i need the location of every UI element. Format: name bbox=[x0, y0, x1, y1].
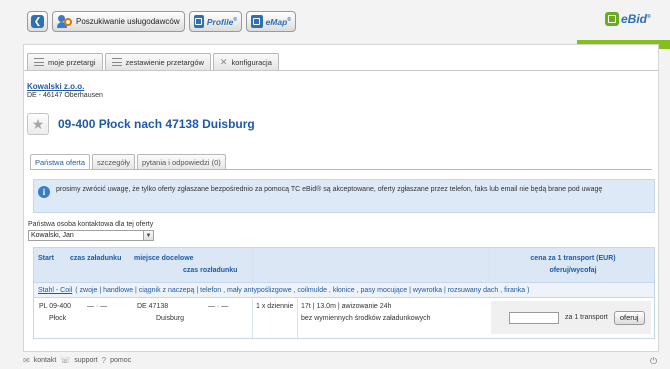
spec-line-2: bez wymiennych środków załadunkowych bbox=[301, 315, 431, 322]
info-notice: i prosimy zwrócić uwagę, że tylko oferty… bbox=[33, 179, 655, 213]
offer-subtabs: Państwa oferta szczegóły pytania i odpow… bbox=[30, 154, 226, 170]
header-divider bbox=[252, 248, 253, 283]
subtab-your-offer[interactable]: Państwa oferta bbox=[30, 154, 91, 170]
help-icon: ? bbox=[101, 356, 107, 365]
header-unloading-time: czas rozładunku bbox=[183, 267, 238, 274]
contact-person-label: Państwa osoba kontaktowa dla tej oferty bbox=[28, 221, 154, 228]
profile-button[interactable]: Profile® bbox=[189, 11, 242, 32]
header-loading-time: czas załadunku bbox=[70, 255, 122, 262]
spec-line-1: 17t | 13.0m | awizowanie 24h bbox=[301, 303, 392, 310]
subtab-questions[interactable]: pytania i odpowiedzi (0) bbox=[136, 154, 226, 169]
table-header: Start czas załadunku miejsce docelowe cz… bbox=[34, 248, 654, 283]
person-search-icon bbox=[57, 14, 73, 29]
header-destination: miejsce docelowe bbox=[134, 255, 194, 262]
profile-icon bbox=[194, 15, 204, 28]
tab-configuration[interactable]: ✕ konfiguracja bbox=[212, 53, 279, 70]
tab-my-tenders[interactable]: moje przetargi bbox=[27, 53, 103, 70]
back-arrow-icon: ❮ bbox=[31, 15, 44, 28]
main-panel: moje przetargi zestawienie przetargów ✕ … bbox=[23, 44, 659, 352]
main-tabs: moje przetargi zestawienie przetargów ✕ … bbox=[24, 53, 279, 70]
list-icon bbox=[111, 58, 122, 66]
emap-button[interactable]: eMap® bbox=[246, 11, 296, 32]
footer-help-link[interactable]: pomoc bbox=[110, 357, 131, 364]
list-icon bbox=[34, 58, 44, 66]
info-text: prosimy zwrócić uwagę, że tylko oferty z… bbox=[56, 186, 603, 193]
footer-contact-link[interactable]: kontakt bbox=[34, 357, 57, 364]
row-divider bbox=[297, 299, 298, 338]
header-offer-withdraw: oferuj/wycofaj bbox=[549, 267, 597, 274]
offer-button[interactable]: oferuj bbox=[613, 310, 645, 325]
support-icon: ☏ bbox=[60, 356, 71, 365]
emap-label: eMap® bbox=[265, 16, 291, 27]
price-input[interactable] bbox=[509, 311, 559, 324]
top-toolbar: ❮ Poszukiwanie usługodawców Profile® eMa… bbox=[0, 0, 670, 49]
category-row: Stahl - Coil ( zwoje | handlowe | ciągni… bbox=[34, 283, 654, 298]
back-button[interactable]: ❮ bbox=[27, 11, 48, 32]
header-divider bbox=[489, 248, 490, 283]
company-address: DE - 46147 Oberhausen bbox=[27, 92, 103, 99]
from-time: — · — bbox=[87, 303, 108, 310]
chevron-down-icon: ▼ bbox=[143, 231, 153, 240]
header-price: cena za 1 transport (EUR) bbox=[530, 255, 616, 262]
power-icon[interactable]: ⏻ bbox=[650, 356, 657, 367]
frequency: 1 x dziennie bbox=[256, 303, 294, 310]
favorite-star-icon[interactable]: ★ bbox=[27, 113, 49, 135]
info-icon: i bbox=[38, 186, 50, 198]
provider-search-label: Poszukiwanie usługodawców bbox=[76, 17, 180, 26]
to-time: — · — bbox=[208, 303, 229, 310]
header-start: Start bbox=[38, 255, 54, 262]
footer-support-link[interactable]: support bbox=[74, 357, 97, 364]
row-divider bbox=[252, 299, 253, 338]
profile-label: Profile® bbox=[206, 16, 237, 27]
contact-person-value: Kowalski, Jan bbox=[31, 232, 74, 239]
subtab-details[interactable]: szczegóły bbox=[92, 154, 135, 169]
table-row: PL 09-400 Płock — · — DE 47138 Duisburg … bbox=[34, 299, 654, 338]
price-cell: za 1 transport oferuj bbox=[491, 301, 651, 334]
category-link[interactable]: Stahl - Coil bbox=[38, 287, 72, 294]
price-unit: za 1 transport bbox=[565, 314, 608, 321]
ebid-logo-icon bbox=[605, 12, 619, 26]
tabs-divider bbox=[24, 70, 658, 71]
to-city: Duisburg bbox=[156, 315, 185, 322]
to-code: DE 47138 bbox=[137, 303, 169, 310]
from-city: Płock bbox=[49, 315, 67, 322]
provider-search-button[interactable]: Poszukiwanie usługodawców bbox=[52, 11, 185, 32]
subtabs-divider bbox=[30, 169, 652, 170]
footer: ✉ kontakt ☏ support ? pomoc bbox=[23, 356, 131, 365]
offer-title: 09-400 Płock nach 47138 Duisburg bbox=[58, 117, 255, 131]
company-info: Kowalski z.o.o. DE - 46147 Oberhausen bbox=[27, 82, 103, 99]
emap-icon bbox=[251, 15, 263, 28]
company-name-link[interactable]: Kowalski z.o.o. bbox=[27, 82, 103, 91]
ebid-logo: eBid® bbox=[605, 12, 651, 26]
contact-person-select[interactable]: Kowalski, Jan ▼ bbox=[28, 230, 154, 241]
category-details: ( zwoje | handlowe | ciągnik z naczepą |… bbox=[75, 286, 530, 294]
tools-icon: ✕ bbox=[219, 56, 228, 67]
offer-table: Start czas załadunku miejsce docelowe cz… bbox=[33, 247, 655, 339]
offer-header: ★ 09-400 Płock nach 47138 Duisburg bbox=[27, 113, 255, 135]
tab-tender-overview[interactable]: zestawienie przetargów bbox=[104, 53, 211, 70]
mail-icon: ✉ bbox=[23, 356, 30, 365]
from-code: PL 09-400 bbox=[39, 303, 72, 310]
